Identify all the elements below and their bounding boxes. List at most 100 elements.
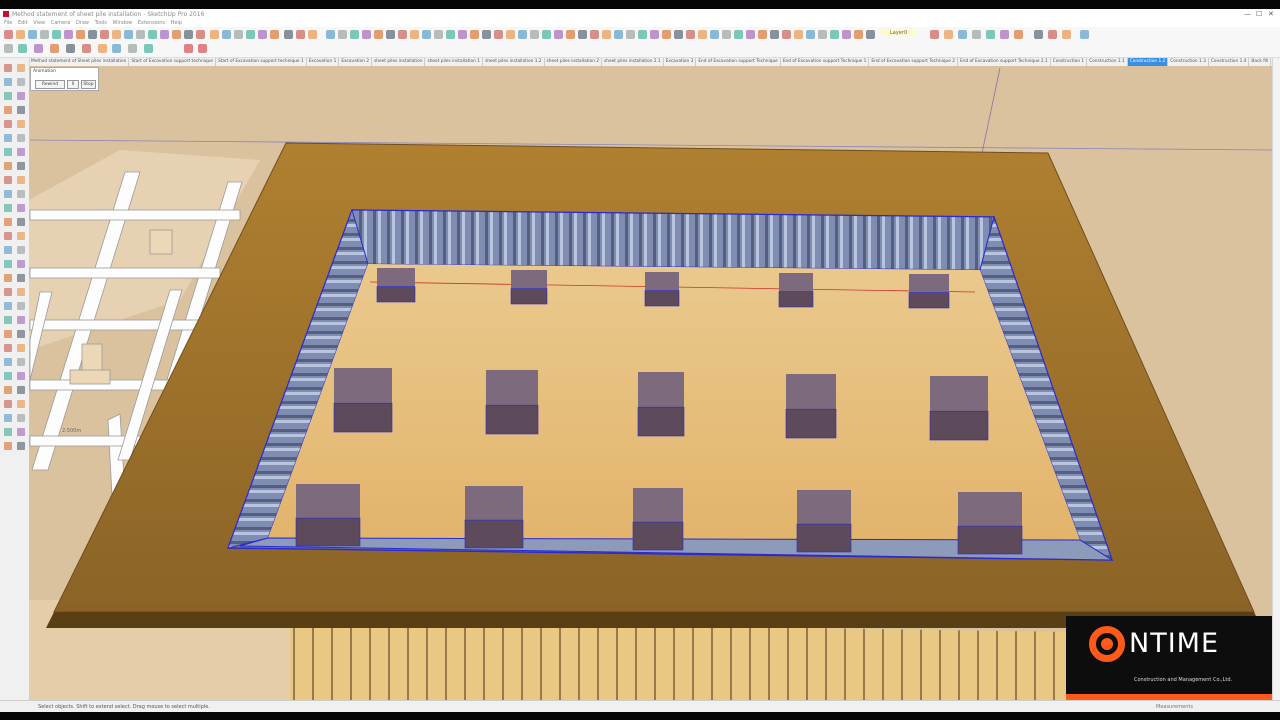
toolbar-tool-icon[interactable] — [818, 30, 827, 39]
toolbar-tool-icon[interactable] — [296, 30, 305, 39]
toolbar-tool-icon[interactable] — [972, 30, 981, 39]
scene-tab[interactable]: End of Excavation support Technique 1 — [781, 58, 870, 66]
left-tool-icon[interactable] — [4, 106, 12, 114]
left-tool-icon[interactable] — [17, 106, 25, 114]
scene-tab[interactable]: Excavation 2 — [339, 58, 373, 66]
scene-tab[interactable]: Construction 1.1 — [1087, 58, 1128, 66]
left-tool-icon[interactable] — [17, 134, 25, 142]
left-tool-icon[interactable] — [4, 162, 12, 170]
left-tool-icon[interactable] — [17, 344, 25, 352]
left-tool-icon[interactable] — [4, 358, 12, 366]
toolbar-tool-icon[interactable] — [770, 30, 779, 39]
toolbar-tool-icon[interactable] — [854, 30, 863, 39]
toolbar-tool-icon[interactable] — [112, 30, 121, 39]
toolbar-tool-icon[interactable] — [52, 30, 61, 39]
toolbar-tool-icon[interactable] — [210, 30, 219, 39]
toolbar-tool-icon[interactable] — [944, 30, 953, 39]
toolbar-tool-icon[interactable] — [506, 30, 515, 39]
toolbar-tool-icon[interactable] — [64, 30, 73, 39]
toolbar-tool-icon[interactable] — [350, 30, 359, 39]
toolbar-tool-icon[interactable] — [674, 30, 683, 39]
left-tool-icon[interactable] — [4, 428, 12, 436]
toolbar-tool-icon[interactable] — [930, 30, 939, 39]
maximize-button[interactable]: ☐ — [1256, 9, 1262, 20]
toolbar-tool-icon[interactable] — [530, 30, 539, 39]
left-tool-icon[interactable] — [17, 92, 25, 100]
toolbar-tool-icon[interactable] — [82, 44, 91, 53]
toolbar-tool-icon[interactable] — [98, 44, 107, 53]
scene-tab[interactable]: End of Excavation support Technique — [696, 58, 781, 66]
scene-tab[interactable]: sheet piles installation 2.1 — [602, 58, 664, 66]
left-tool-icon[interactable] — [4, 134, 12, 142]
left-tool-icon[interactable] — [17, 414, 25, 422]
left-tool-icon[interactable] — [17, 246, 25, 254]
toolbar-tool-icon[interactable] — [338, 30, 347, 39]
model-viewport[interactable]: 2.500m — [29, 66, 1272, 700]
left-tool-icon[interactable] — [17, 260, 25, 268]
left-tool-icon[interactable] — [4, 92, 12, 100]
toolbar-tool-icon[interactable] — [494, 30, 503, 39]
toolbar-tool-icon[interactable] — [626, 30, 635, 39]
toolbar-tool-icon[interactable] — [374, 30, 383, 39]
menu-camera[interactable]: Camera — [51, 20, 71, 27]
toolbar-tool-icon[interactable] — [782, 30, 791, 39]
left-tool-icon[interactable] — [17, 372, 25, 380]
left-tool-icon[interactable] — [17, 288, 25, 296]
left-tool-icon[interactable] — [17, 274, 25, 282]
toolbar-tool-icon[interactable] — [1062, 30, 1071, 39]
toolbar-tool-icon[interactable] — [16, 30, 25, 39]
toolbar-tool-icon[interactable] — [308, 30, 317, 39]
toolbar-tool-icon[interactable] — [222, 30, 231, 39]
left-tool-icon[interactable] — [4, 344, 12, 352]
toolbar-tool-icon[interactable] — [66, 44, 75, 53]
scene-tab[interactable]: End of Excavation support Technique 2 — [869, 58, 959, 66]
toolbar-tool-icon[interactable] — [4, 30, 13, 39]
left-tool-icon[interactable] — [4, 204, 12, 212]
left-tool-icon[interactable] — [17, 400, 25, 408]
scene-tab[interactable]: End of Excavation support Technique 2.1 — [958, 58, 1051, 66]
toolbar-tool-icon[interactable] — [590, 30, 599, 39]
left-tool-icon[interactable] — [4, 260, 12, 268]
scene-tab[interactable]: Excavation 1 — [307, 58, 340, 66]
toolbar-tool-icon[interactable] — [422, 30, 431, 39]
close-button[interactable]: ✕ — [1268, 9, 1274, 20]
toolbar-tool-icon[interactable] — [602, 30, 611, 39]
toolbar-tool-icon[interactable] — [234, 30, 243, 39]
toolbar-tool-icon[interactable] — [76, 30, 85, 39]
toolbar-tool-icon[interactable] — [458, 30, 467, 39]
left-tool-icon[interactable] — [17, 358, 25, 366]
toolbar-tool-icon[interactable] — [410, 30, 419, 39]
left-tool-icon[interactable] — [17, 148, 25, 156]
toolbar-tool-icon[interactable] — [100, 30, 109, 39]
left-tool-icon[interactable] — [17, 386, 25, 394]
menu-window[interactable]: Window — [113, 20, 133, 27]
toolbar-tool-icon[interactable] — [198, 44, 207, 53]
rewind-button[interactable]: Rewind — [35, 80, 65, 89]
toolbar-tool-icon[interactable] — [1080, 30, 1089, 39]
scene-tab[interactable]: Construction 1 — [1051, 58, 1088, 66]
scene-tab[interactable]: Back fill — [1249, 58, 1272, 66]
toolbar-tool-icon[interactable] — [686, 30, 695, 39]
scene-tab[interactable]: sheet piles installation 2 — [545, 58, 603, 66]
toolbar-tool-icon[interactable] — [518, 30, 527, 39]
toolbar-tool-icon[interactable] — [258, 30, 267, 39]
menu-file[interactable]: File — [4, 20, 12, 27]
toolbar-tool-icon[interactable] — [1014, 30, 1023, 39]
left-tool-icon[interactable] — [4, 176, 12, 184]
toolbar-tool-icon[interactable] — [578, 30, 587, 39]
toolbar-tool-icon[interactable] — [866, 30, 875, 39]
toolbar-tool-icon[interactable] — [830, 30, 839, 39]
toolbar-tool-icon[interactable] — [34, 44, 43, 53]
toolbar-tool-icon[interactable] — [28, 30, 37, 39]
scene-tab[interactable]: sheet piles installation — [372, 58, 426, 66]
toolbar-tool-icon[interactable] — [734, 30, 743, 39]
toolbar-tool-icon[interactable] — [1048, 30, 1057, 39]
left-tool-icon[interactable] — [4, 288, 12, 296]
pause-button[interactable]: II — [67, 80, 79, 89]
left-tool-icon[interactable] — [17, 204, 25, 212]
left-tool-icon[interactable] — [4, 330, 12, 338]
left-tool-icon[interactable] — [17, 316, 25, 324]
scene-tab[interactable]: Construction 1.3 — [1168, 58, 1209, 66]
toolbar-tool-icon[interactable] — [710, 30, 719, 39]
left-tool-icon[interactable] — [17, 428, 25, 436]
